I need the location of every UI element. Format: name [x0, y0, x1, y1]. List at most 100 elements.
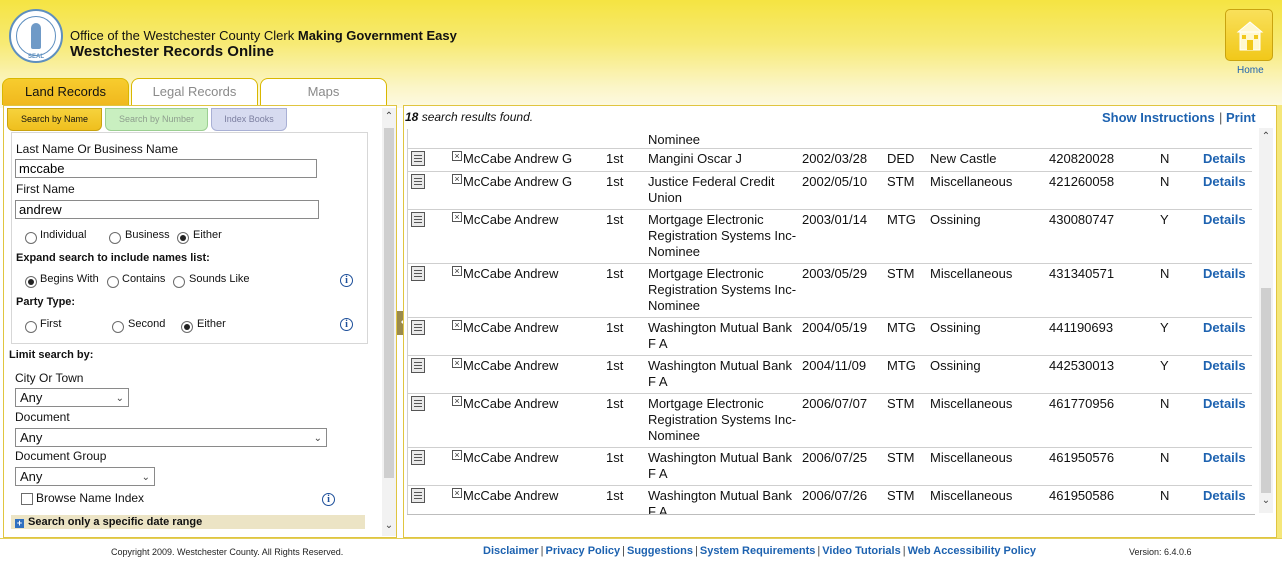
info-icon[interactable]: i: [322, 493, 335, 506]
document-icon[interactable]: [411, 151, 425, 166]
radio-either-name-label: Either: [193, 229, 222, 241]
table-row: × McCabe Andrew G 1st 2002/03/28 DED New Cast…: [408, 149, 1252, 172]
doc-type-cell: STM: [887, 488, 915, 503]
details-link[interactable]: Details: [1203, 358, 1246, 374]
scroll-up-icon[interactable]: ⌃: [382, 111, 396, 122]
system-requirements-link[interactable]: System Requirements: [700, 545, 816, 557]
radio-sounds-like[interactable]: [173, 276, 185, 288]
results-scroll-thumb[interactable]: [1261, 288, 1271, 493]
document-icon[interactable]: [411, 488, 425, 503]
left-scrollbar[interactable]: ⌃ ⌄: [382, 108, 396, 536]
suggestions-link[interactable]: Suggestions: [627, 545, 693, 557]
radio-business[interactable]: [109, 232, 121, 244]
radio-party-first[interactable]: [25, 321, 37, 333]
radio-individual[interactable]: [25, 232, 37, 244]
scroll-up-icon[interactable]: ⌃: [1259, 131, 1273, 142]
checkbox-x-icon[interactable]: ×: [452, 396, 462, 406]
document-icon[interactable]: [411, 396, 425, 411]
document-group-label: Document Group: [15, 449, 107, 463]
document-group-select[interactable]: Any ⌄: [15, 467, 155, 486]
radio-party-second[interactable]: [112, 321, 124, 333]
disclaimer-link[interactable]: Disclaimer: [483, 545, 539, 557]
party-name-cell: McCabe Andrew: [463, 396, 559, 411]
date-range-toggle[interactable]: + Search only a specific date range: [11, 515, 365, 529]
date-cell: 2006/07/26: [802, 488, 868, 503]
party-name-cell: McCabe Andrew: [463, 320, 559, 335]
party-name-cell: McCabe Andrew: [463, 358, 559, 373]
checkbox-x-icon[interactable]: ×: [452, 320, 462, 330]
checkbox-x-icon[interactable]: ×: [452, 151, 462, 161]
left-scroll-thumb[interactable]: [384, 128, 394, 478]
details-link[interactable]: Details: [1203, 488, 1246, 504]
document-icon[interactable]: [411, 450, 425, 465]
tab-land-records[interactable]: Land Records: [2, 78, 129, 105]
radio-either-name[interactable]: [177, 232, 189, 244]
document-icon[interactable]: [411, 174, 425, 189]
party-name-cell: McCabe Andrew: [463, 266, 559, 281]
town-cell: Miscellaneous: [930, 450, 1013, 465]
party-name-cell: McCabe Andrew G: [463, 174, 573, 189]
checkbox-x-icon[interactable]: ×: [452, 450, 462, 460]
details-link[interactable]: Details: [1203, 212, 1246, 228]
office-line: Office of the Westchester County Clerk M…: [70, 28, 457, 43]
document-icon[interactable]: [411, 212, 425, 227]
town-cell: Miscellaneous: [930, 396, 1013, 411]
video-tutorials-link[interactable]: Video Tutorials: [822, 545, 900, 557]
details-link[interactable]: Details: [1203, 320, 1246, 336]
doc-type-cell: STM: [887, 266, 915, 281]
results-scrollbar[interactable]: ⌃ ⌄: [1259, 128, 1273, 513]
date-cell: 2003/01/14: [802, 212, 868, 227]
details-link[interactable]: Details: [1203, 266, 1246, 282]
scroll-down-icon[interactable]: ⌄: [1259, 495, 1273, 506]
party-type-cell: 1st: [606, 320, 624, 335]
radio-contains[interactable]: [107, 276, 119, 288]
subtab-search-by-name[interactable]: Search by Name: [7, 108, 102, 131]
city-select[interactable]: Any ⌄: [15, 388, 129, 407]
first-name-input[interactable]: [15, 200, 319, 219]
tab-maps[interactable]: Maps: [260, 78, 387, 105]
other-party-cell: Mortgage Electronic: [648, 212, 764, 227]
subtab-search-by-number[interactable]: Search by Number: [105, 108, 208, 131]
checkbox-x-icon[interactable]: ×: [452, 488, 462, 498]
footer-links: Disclaimer | Privacy Policy | Suggestions | Sy…: [483, 545, 1036, 557]
privacy-policy-link[interactable]: Privacy Policy: [546, 545, 621, 557]
flag-cell: N: [1160, 174, 1170, 189]
table-row: × McCabe Andrew 1st 2003/05/29 STM Miscellane…: [408, 264, 1252, 318]
document-icon[interactable]: [411, 266, 425, 281]
other-party-cell: Union: [648, 190, 682, 205]
document-icon[interactable]: [411, 320, 425, 335]
details-link[interactable]: Details: [1203, 174, 1246, 190]
home-link[interactable]: Home: [1237, 65, 1264, 76]
radio-begins-with[interactable]: [25, 276, 37, 288]
radio-party-either[interactable]: [181, 321, 193, 333]
document-icon[interactable]: [411, 358, 425, 373]
checkbox-x-icon[interactable]: ×: [452, 174, 462, 184]
document-select[interactable]: Any ⌄: [15, 428, 327, 447]
info-icon[interactable]: i: [340, 274, 353, 287]
radio-sounds-like-label: Sounds Like: [189, 273, 250, 285]
document-number-cell: 461950576: [1049, 450, 1115, 465]
scroll-down-icon[interactable]: ⌄: [382, 520, 396, 531]
info-icon[interactable]: i: [340, 318, 353, 331]
frame-edge: [1277, 105, 1282, 538]
details-link[interactable]: Details: [1203, 450, 1246, 466]
checkbox-x-icon[interactable]: ×: [452, 266, 462, 276]
checkbox-x-icon[interactable]: ×: [452, 212, 462, 222]
print-link[interactable]: Print: [1226, 110, 1256, 125]
details-link[interactable]: Details: [1203, 396, 1246, 412]
doc-type-cell: STM: [887, 396, 915, 411]
browse-name-index-checkbox[interactable]: [21, 493, 33, 505]
town-cell: Miscellaneous: [930, 488, 1013, 503]
checkbox-x-icon[interactable]: ×: [452, 358, 462, 368]
details-link[interactable]: Details: [1203, 151, 1246, 167]
document-number-cell: 461770956: [1049, 396, 1115, 411]
document-number-cell: 430080747: [1049, 212, 1115, 227]
city-select-value: Any: [20, 390, 43, 405]
tab-legal-records[interactable]: Legal Records: [131, 78, 258, 105]
show-instructions-link[interactable]: Show Instructions: [1102, 110, 1215, 125]
table-row: × McCabe Andrew 1st 2006/07/07 STM Miscellane…: [408, 394, 1252, 448]
accessibility-policy-link[interactable]: Web Accessibility Policy: [908, 545, 1036, 557]
last-name-input[interactable]: [15, 159, 317, 178]
subtab-index-books[interactable]: Index Books: [211, 108, 287, 131]
home-button[interactable]: [1225, 9, 1273, 61]
